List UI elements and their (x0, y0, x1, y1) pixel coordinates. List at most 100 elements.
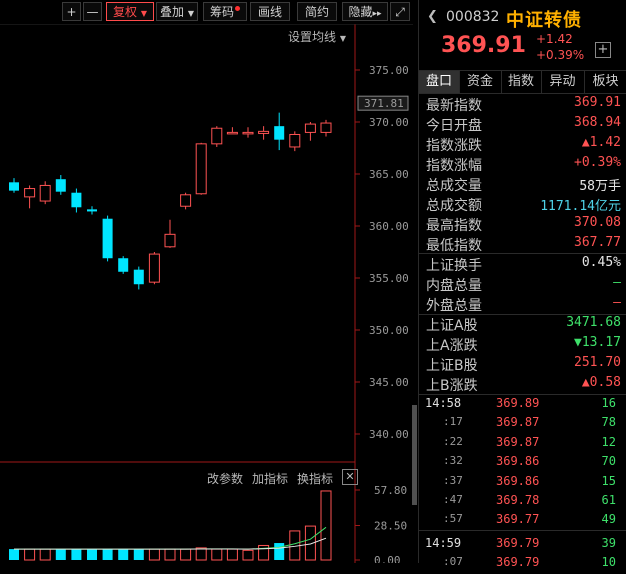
draw-line-button[interactable]: 画线 (250, 2, 290, 21)
price-tick-label: 340.00 (369, 428, 409, 441)
tick-time: :07 (443, 555, 463, 569)
tick-row: 14:58 369.89 16 (419, 396, 626, 415)
volume-bar (118, 549, 129, 560)
brief-button[interactable]: 简约 (297, 2, 337, 21)
volume-bar (55, 549, 66, 560)
tick-time: :17 (443, 415, 463, 429)
current-price-label: 371.81 (364, 97, 404, 110)
price-tick-label: 365.00 (369, 168, 409, 181)
tick-price: 369.77 (496, 512, 540, 527)
candle (118, 256, 129, 274)
stat-label: 最新指数 (426, 98, 482, 114)
stat-row: 上A涨跌 ▼13.17 (426, 335, 621, 355)
tick-row: :07 369.79 10 (419, 555, 626, 574)
candle (195, 142, 207, 195)
volume-bar (258, 544, 270, 561)
tab-1[interactable]: 资金 (459, 71, 502, 93)
tab-2[interactable]: 指数 (501, 71, 542, 93)
stat-value: 0.45% (581, 255, 621, 270)
tick-volume: 10 (601, 555, 616, 570)
hide-button[interactable]: 隐藏▸▸ (342, 2, 388, 21)
ma-setting-label: 设置均线 (288, 30, 337, 44)
tab-3[interactable]: 异动 (541, 71, 585, 93)
security-code: 000832 (446, 9, 500, 25)
chips-button[interactable]: 筹码 (203, 2, 247, 21)
volume-bar (24, 548, 36, 561)
close-indicator-icon[interactable]: ✕ (342, 469, 358, 485)
chevron-down-icon: ▼ (187, 9, 194, 18)
modify-params-button[interactable]: 改参数 (207, 470, 243, 487)
volume-bar (71, 549, 82, 560)
tick-price: 369.87 (496, 434, 540, 449)
stat-row: 今日开盘 368.94 (426, 115, 621, 135)
tick-time: :47 (443, 493, 463, 506)
stat-label: 指数涨幅 (426, 158, 482, 174)
tick-volume: 78 (601, 415, 616, 430)
add-watchlist-button[interactable]: + (595, 42, 611, 58)
change-indicator-button[interactable]: 换指标 (297, 470, 333, 487)
candle (164, 219, 176, 248)
candle (71, 188, 82, 213)
tab-0[interactable]: 盘口 (419, 71, 460, 93)
volume-bar (148, 548, 160, 561)
volume-tick-label: 0.00 (374, 554, 401, 563)
stat-row: 指数涨幅 +0.39% (426, 155, 621, 175)
tick-time: 14:58 (425, 396, 462, 410)
stat-label: 总成交量 (426, 178, 482, 194)
stat-value: 58万手 (579, 179, 621, 194)
overlay-dropdown[interactable]: 叠加 ▼ (156, 2, 198, 21)
stat-row: 上证换手 0.45% (426, 255, 621, 275)
tick-price: 369.86 (496, 454, 540, 469)
stat-label: 外盘总量 (426, 298, 482, 314)
tick-row: :47 369.78 61 (419, 493, 626, 512)
chart-toolbar: + — 复权 ▼ 叠加 ▼ 筹码 画线 简约 隐藏▸▸ ⤢ (0, 0, 413, 24)
tick-row: :37 369.86 15 (419, 474, 626, 493)
volume-bar (226, 548, 238, 561)
stat-value: 369.91 (574, 95, 621, 110)
zoom-out-button[interactable]: — (83, 2, 102, 21)
panel-tabs: 盘口 资金 指数 异动 板块 (419, 70, 626, 94)
candle (148, 252, 160, 285)
stat-row: 最低指数 367.77 (426, 235, 621, 255)
stat-row: 最新指数 369.91 (426, 95, 621, 115)
back-chevron-icon[interactable]: ❮ (427, 9, 438, 24)
stat-row: 总成交量 58万手 (426, 175, 621, 195)
chips-label: 筹码 (209, 5, 234, 19)
stat-row: 上证B股 251.70 (426, 355, 621, 375)
candle (133, 266, 144, 290)
tab-4[interactable]: 板块 (584, 71, 626, 93)
panel-resize-handle[interactable] (412, 405, 417, 505)
quote-panel: ❮ 000832 中证转债 369.91 +1.42 +0.39% + 盘口 资金… (418, 0, 626, 569)
stat-label: 上A涨跌 (426, 338, 478, 354)
stat-label: 指数涨跌 (426, 138, 482, 154)
candle (180, 192, 192, 210)
candle (87, 206, 97, 215)
tick-time: :57 (443, 512, 463, 526)
candle (289, 131, 301, 152)
stat-row: 上证A股 3471.68 (426, 315, 621, 335)
price-tick-label: 370.00 (369, 116, 409, 129)
add-indicator-button[interactable]: 加指标 (252, 470, 288, 487)
price-change: +1.42 (536, 32, 573, 46)
ma-setting-dropdown[interactable]: 设置均线 ▼ (288, 28, 346, 45)
expand-icon[interactable]: ⤢ (390, 2, 410, 21)
tick-row: :22 369.87 12 (419, 435, 626, 454)
tick-price: 369.87 (496, 415, 540, 430)
stat-value: ▲0.58 (581, 375, 621, 390)
hide-label: 隐藏 (348, 5, 373, 19)
candle (274, 112, 285, 151)
stat-value: — (613, 295, 621, 310)
price-tick-label: 345.00 (369, 376, 409, 389)
tick-price: 369.79 (496, 535, 540, 550)
tick-row: :17 369.87 78 (419, 415, 626, 434)
adjust-dropdown[interactable]: 复权 ▼ (106, 2, 154, 21)
candle (211, 126, 223, 147)
candle (320, 119, 332, 137)
tick-row: 14:59 369.79 39 (419, 536, 626, 555)
zoom-in-button[interactable]: + (62, 2, 81, 21)
tick-price: 369.79 (496, 555, 540, 570)
stat-row: 上B涨跌 ▲0.58 (426, 375, 621, 395)
volume-bar (87, 549, 97, 560)
candle (24, 185, 36, 209)
price-tick-label: 375.00 (369, 64, 409, 77)
